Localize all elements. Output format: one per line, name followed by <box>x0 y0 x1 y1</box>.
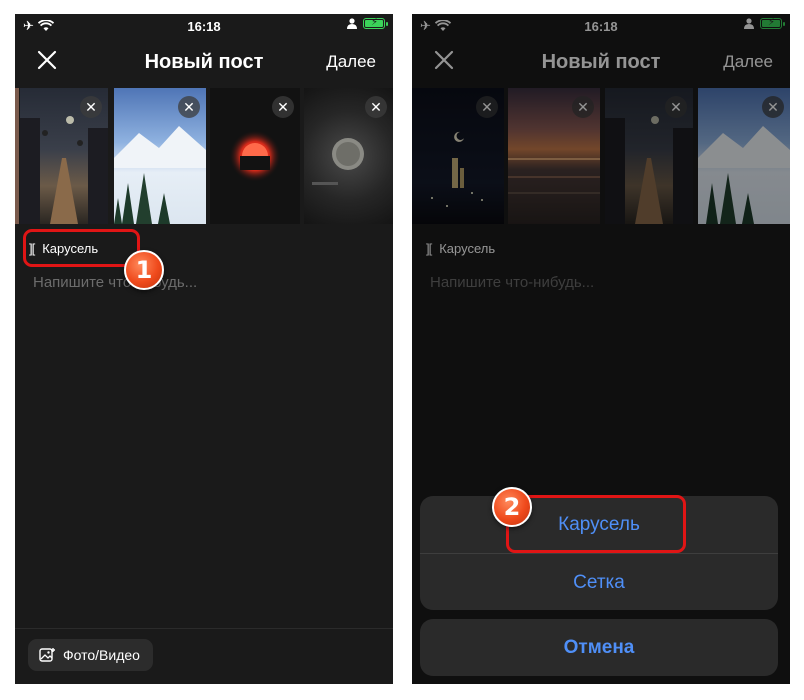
remove-media-button[interactable]: ✕ <box>272 96 294 118</box>
highlight-box <box>506 495 686 553</box>
media-thumbnail[interactable]: ✕ <box>20 88 108 224</box>
step-marker-2: 2 <box>492 487 532 527</box>
header: Новый пост Далее <box>15 40 393 86</box>
next-button[interactable]: Далее <box>326 52 376 72</box>
status-bar: ✈ 16:18 ⚡ <box>15 14 393 40</box>
media-thumbnail[interactable]: ✕ <box>210 88 300 224</box>
remove-media-button[interactable]: ✕ <box>365 96 387 118</box>
step-marker-1: 1 <box>124 250 164 290</box>
media-thumbnail[interactable]: ✕ <box>114 88 206 224</box>
status-time: 16:18 <box>187 19 221 34</box>
right-screen: ✈ 16:18 ⚡ Новый пост Далее ✕ ✕ ✕ ✕][Ка… <box>412 14 790 684</box>
media-thumbnail[interactable]: ✕ <box>304 88 393 224</box>
remove-media-button[interactable]: ✕ <box>178 96 200 118</box>
media-strip: ✕ ✕ ✕ ✕ <box>15 88 393 224</box>
remove-media-button[interactable]: ✕ <box>80 96 102 118</box>
bottom-bar: Фото/Видео <box>15 628 393 684</box>
add-media-button[interactable]: Фото/Видео <box>28 639 153 671</box>
battery-icon: ⚡ <box>363 17 388 29</box>
option-grid[interactable]: Сетка <box>420 554 778 610</box>
person-icon <box>347 18 357 29</box>
photo-add-icon <box>39 648 55 662</box>
add-media-label: Фото/Видео <box>63 647 140 663</box>
highlight-box <box>23 229 140 267</box>
cancel-button[interactable]: Отмена <box>420 619 778 676</box>
close-icon[interactable] <box>35 48 59 72</box>
caption-input[interactable]: Напишите что-нибудь... <box>33 274 197 291</box>
media-thumbnail <box>15 88 19 224</box>
left-screen: ✈ 16:18 ⚡ Новый пост Далее ✕ ✕ ✕ ✕][Ка… <box>15 14 393 684</box>
